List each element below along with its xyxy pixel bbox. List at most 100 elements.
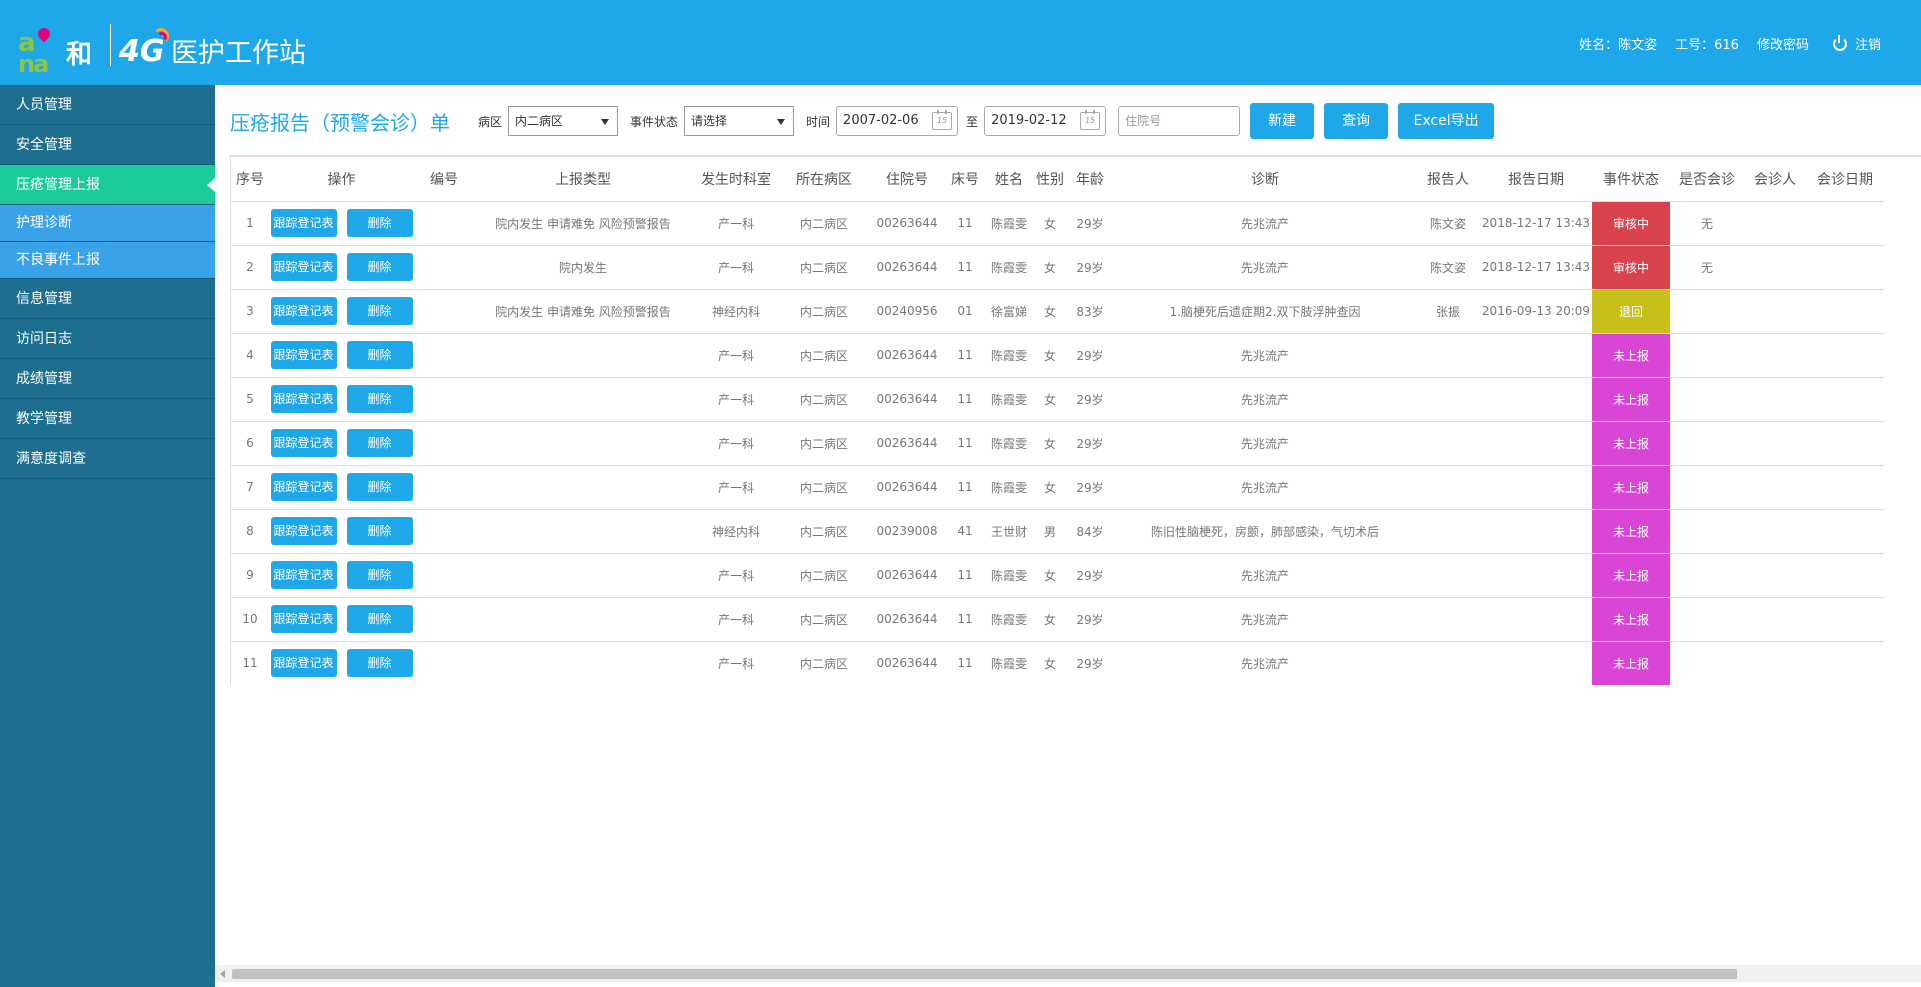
nav-satisfaction[interactable]: 满意度调查 xyxy=(0,439,215,479)
table-row: 4 跟踪登记表 删除 产一科 内二病区 00263644 11 陈霞雯女 29岁 先兆流产 未上报 xyxy=(231,333,1884,378)
cell-bed: 11 xyxy=(946,641,984,685)
cell-reporter: 张振 xyxy=(1416,289,1480,334)
calendar-icon[interactable]: 15 xyxy=(1080,110,1101,130)
delete-button[interactable]: 删除 xyxy=(346,605,413,633)
cell-ops: 跟踪登记表 删除 xyxy=(269,509,414,554)
track-form-button[interactable]: 跟踪登记表 xyxy=(270,605,337,633)
cell-dept: 产一科 xyxy=(692,641,780,685)
nav-safety[interactable]: 安全管理 xyxy=(0,125,215,165)
cell-bed: 11 xyxy=(946,201,984,246)
scrollbar-thumb[interactable] xyxy=(232,969,1737,979)
cell-ops: 跟踪登记表 删除 xyxy=(269,333,414,378)
cell-gender: 女 xyxy=(1034,245,1066,290)
delete-button[interactable]: 删除 xyxy=(346,561,413,589)
nav-personnel[interactable]: 人员管理 xyxy=(0,85,215,125)
cell-report-type xyxy=(474,553,692,598)
cell-consultant xyxy=(1744,245,1806,290)
horizontal-scrollbar[interactable] xyxy=(215,965,1921,982)
calendar-icon[interactable]: 15 xyxy=(932,110,953,130)
new-button[interactable]: 新建 xyxy=(1250,103,1315,139)
track-form-button[interactable]: 跟踪登记表 xyxy=(270,517,337,545)
delete-button[interactable]: 删除 xyxy=(346,209,413,237)
table-header-row: 序号 操作 编号 上报类型 发生时科室 所在病区 住院号 床号 姓名 性别 年龄… xyxy=(231,157,1884,202)
track-form-button[interactable]: 跟踪登记表 xyxy=(270,429,337,457)
cell-gender: 女 xyxy=(1034,597,1066,642)
cell-consult xyxy=(1670,465,1744,510)
col-status: 事件状态 xyxy=(1592,157,1670,202)
admission-number-input[interactable]: 住院号 xyxy=(1118,106,1241,136)
cell-consult-date xyxy=(1806,377,1884,422)
nav-teaching[interactable]: 教学管理 xyxy=(0,399,215,439)
excel-export-button[interactable]: Excel导出 xyxy=(1398,103,1495,139)
cell-name: 陈霞雯 xyxy=(984,641,1034,685)
query-button[interactable]: 查询 xyxy=(1324,103,1389,139)
track-form-button[interactable]: 跟踪登记表 xyxy=(270,297,337,325)
delete-button[interactable]: 删除 xyxy=(346,341,413,369)
date-to-input[interactable]: 2019-02-12 15 xyxy=(984,106,1107,136)
table-row: 1 跟踪登记表 删除 院内发生 申请难免 风险预警报告 产一科 内二病区 00263644 1… xyxy=(231,201,1884,246)
col-gender: 性别 xyxy=(1034,157,1066,202)
track-form-button[interactable]: 跟踪登记表 xyxy=(270,561,337,589)
table-row: 2 跟踪登记表 删除 院内发生 产一科 内二病区 00263644 11 陈霞雯女 29岁 先兆流产… xyxy=(231,245,1884,290)
status-select[interactable]: 请选择 xyxy=(684,106,795,136)
cell-consultant xyxy=(1744,465,1806,510)
delete-button[interactable]: 删除 xyxy=(346,473,413,501)
app-header: a na 和 4G 医护工作站 姓名：陈文姿 工号：616 修改密码 注销 xyxy=(0,0,1921,85)
nav-access-log[interactable]: 访问日志 xyxy=(0,319,215,359)
track-form-button[interactable]: 跟踪登记表 xyxy=(270,473,337,501)
delete-button[interactable]: 删除 xyxy=(346,385,413,413)
cell-age: 29岁 xyxy=(1066,421,1114,466)
cell-name: 陈霞雯 xyxy=(984,377,1034,422)
cell-age: 29岁 xyxy=(1066,597,1114,642)
cell-ops: 跟踪登记表 删除 xyxy=(269,377,414,422)
cell-report-date xyxy=(1480,465,1592,510)
cell-name: 陈霞雯 xyxy=(984,465,1034,510)
status-badge: 未上报 xyxy=(1592,553,1670,598)
track-form-button[interactable]: 跟踪登记表 xyxy=(270,649,337,677)
status-badge: 审核中 xyxy=(1592,201,1670,246)
table-row: 9 跟踪登记表 删除 产一科 内二病区 00263644 11 陈霞雯女 29岁 先兆流产 未上报 xyxy=(231,553,1884,598)
nav-adverse-events[interactable]: 不良事件上报 xyxy=(0,242,215,279)
cell-consult xyxy=(1670,421,1744,466)
track-form-button[interactable]: 跟踪登记表 xyxy=(270,341,337,369)
nav-info[interactable]: 信息管理 xyxy=(0,279,215,319)
track-form-button[interactable]: 跟踪登记表 xyxy=(270,385,337,413)
cell-diagnosis: 先兆流产 xyxy=(1114,333,1416,378)
track-form-button[interactable]: 跟踪登记表 xyxy=(270,253,337,281)
cell-report-type xyxy=(474,421,692,466)
nav-pressure-ulcer[interactable]: 压疮管理上报 xyxy=(0,165,215,205)
cell-age: 29岁 xyxy=(1066,377,1114,422)
chevron-down-icon xyxy=(777,119,786,125)
cell-consultant xyxy=(1744,201,1806,246)
work-id: 工号：616 xyxy=(1675,38,1739,53)
cell-bed: 11 xyxy=(946,377,984,422)
delete-button[interactable]: 删除 xyxy=(346,517,413,545)
date-from-input[interactable]: 2007-02-06 15 xyxy=(836,106,959,136)
cell-name: 陈霞雯 xyxy=(984,245,1034,290)
scroll-left-arrow-icon[interactable] xyxy=(220,970,225,978)
change-password-link[interactable]: 修改密码 xyxy=(1757,34,1809,53)
logout-link[interactable]: 注销 xyxy=(1855,34,1881,53)
cell-report-type: 院内发生 申请难免 风险预警报告 xyxy=(474,201,692,246)
cell-consult xyxy=(1670,377,1744,422)
cell-reporter: 陈文姿 xyxy=(1416,245,1480,290)
cell-seq: 9 xyxy=(231,553,269,598)
status-badge: 未上报 xyxy=(1592,377,1670,422)
nav-nursing-diagnosis[interactable]: 护理诊断 xyxy=(0,205,215,242)
status-badge: 退回 xyxy=(1592,289,1670,334)
delete-button[interactable]: 删除 xyxy=(346,649,413,677)
ward-select[interactable]: 内二病区 xyxy=(508,106,619,136)
power-icon[interactable] xyxy=(1832,34,1847,51)
delete-button[interactable]: 删除 xyxy=(346,253,413,281)
delete-button[interactable]: 删除 xyxy=(346,429,413,457)
nav-grades[interactable]: 成绩管理 xyxy=(0,359,215,399)
delete-button[interactable]: 删除 xyxy=(346,297,413,325)
cell-report-date xyxy=(1480,641,1592,685)
cell-ward: 内二病区 xyxy=(780,333,868,378)
track-form-button[interactable]: 跟踪登记表 xyxy=(270,209,337,237)
cell-gender: 男 xyxy=(1034,509,1066,554)
cell-gender: 女 xyxy=(1034,553,1066,598)
cell-age: 29岁 xyxy=(1066,245,1114,290)
cell-gender: 女 xyxy=(1034,201,1066,246)
cell-diagnosis: 先兆流产 xyxy=(1114,641,1416,685)
